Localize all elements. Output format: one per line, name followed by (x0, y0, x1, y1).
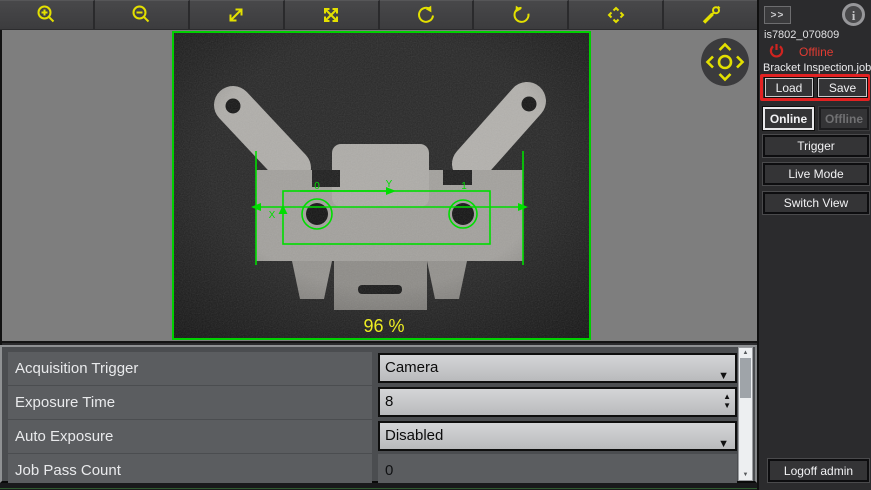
spin-up-icon[interactable]: ▲ (723, 392, 731, 401)
footer-accent-line (0, 488, 871, 489)
pass-percent-result: 96 % (363, 316, 404, 336)
eyedropper-button[interactable] (664, 0, 757, 29)
scrollbar-thumb[interactable] (740, 358, 751, 398)
auto-exposure-dropdown[interactable]: Disabled ▼ (378, 421, 737, 451)
logoff-button[interactable]: Logoff admin (768, 459, 869, 482)
footer-strip (0, 483, 871, 490)
pan-navigation-control[interactable] (700, 37, 750, 87)
x-axis-label: X (269, 210, 276, 221)
setting-label: Auto Exposure (8, 420, 372, 453)
eyedropper-icon (699, 3, 723, 27)
offline-button[interactable]: Offline (819, 107, 869, 130)
point-0-label: 0 (314, 181, 320, 192)
scroll-up-icon[interactable]: ▲ (739, 350, 752, 356)
zoom-out-button[interactable] (95, 0, 190, 29)
zoom-in-icon (34, 3, 58, 27)
job-name: Bracket Inspection.job (763, 62, 871, 74)
zoom-in-button[interactable] (0, 0, 95, 29)
y-axis-label: Y (386, 179, 393, 190)
save-job-button[interactable]: Save (818, 78, 867, 97)
dropdown-value: Camera (385, 359, 438, 376)
setting-label: Acquisition Trigger (8, 352, 372, 385)
load-job-button[interactable]: Load (765, 78, 813, 97)
spinner-value: 8 (385, 393, 393, 410)
rotate-counterclockwise-button[interactable] (380, 0, 475, 29)
power-icon (769, 43, 784, 63)
camera-viewport: Y X 0 1 96 % (0, 30, 757, 343)
zoom-out-icon (129, 3, 153, 27)
resize-diagonal-button[interactable] (190, 0, 285, 29)
control-sidebar: >> i is7802_070809 Offline Bracket Inspe… (757, 0, 871, 490)
setting-row-auto-exposure: Auto Exposure Disabled ▼ (2, 420, 755, 453)
device-name: is7802_070809 (764, 29, 839, 41)
info-icon[interactable]: i (842, 3, 865, 26)
resize-diagonal-icon (224, 3, 248, 27)
exposure-time-spinner[interactable]: 8 ▲ ▼ (378, 387, 737, 417)
rotate-clockwise-icon (509, 3, 533, 27)
online-button[interactable]: Online (763, 107, 814, 130)
pan-button[interactable] (569, 0, 664, 29)
connection-status: Offline (799, 45, 833, 59)
bracket-part-photo (174, 33, 589, 338)
live-mode-button[interactable]: Live Mode (763, 163, 869, 185)
settings-scrollbar[interactable]: ▲ ▼ (738, 347, 753, 481)
setting-label: Exposure Time (8, 386, 372, 419)
vision-inspection-app: Y X 0 1 96 % (0, 0, 871, 490)
point-1-label: 1 (461, 181, 467, 192)
dropdown-value: Disabled (385, 427, 443, 444)
rotate-clockwise-button[interactable] (474, 0, 569, 29)
pan-icon (604, 3, 628, 27)
expand-panel-button[interactable]: >> (764, 6, 791, 24)
switch-view-button[interactable]: Switch View (763, 192, 869, 214)
rotate-counterclockwise-icon (414, 3, 438, 27)
fit-to-window-icon (319, 3, 343, 27)
acquisition-trigger-dropdown[interactable]: Camera ▼ (378, 353, 737, 383)
settings-panel: Acquisition Trigger Camera ▼ Exposure Ti… (0, 345, 757, 483)
trigger-button[interactable]: Trigger (763, 135, 869, 157)
spin-down-icon[interactable]: ▼ (723, 401, 731, 410)
fit-to-window-button[interactable] (285, 0, 380, 29)
setting-row-acquisition-trigger: Acquisition Trigger Camera ▼ (2, 352, 755, 385)
setting-row-exposure-time: Exposure Time 8 ▲ ▼ (2, 386, 755, 419)
camera-image[interactable]: Y X 0 1 96 % (172, 31, 591, 340)
scroll-down-icon[interactable]: ▼ (739, 472, 752, 478)
image-toolbar (0, 0, 757, 29)
